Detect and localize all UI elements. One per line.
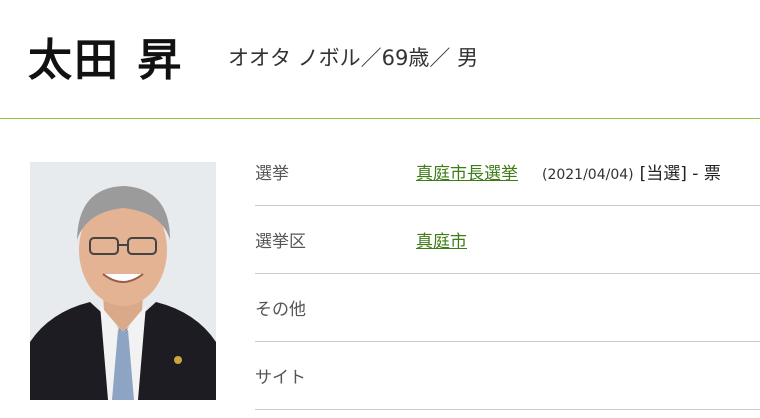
- candidate-kana-age-gender: オオタ ノボル／69歳／ 男: [228, 46, 479, 70]
- election-link[interactable]: 真庭市長選挙: [416, 164, 518, 184]
- profile-header: 太田 昇 オオタ ノボル／69歳／ 男: [0, 0, 760, 119]
- label-other: その他: [255, 300, 306, 320]
- label-site: サイト: [255, 368, 306, 388]
- table-row-election: 選挙 真庭市長選挙 (2021/04/04) [当選] - 票: [255, 138, 760, 206]
- table-row-site: サイト: [255, 342, 760, 410]
- table-row-other: その他: [255, 274, 760, 342]
- candidate-photo: [30, 162, 216, 400]
- election-result: [当選] - 票: [639, 164, 721, 184]
- label-election: 選挙: [255, 164, 289, 184]
- district-link[interactable]: 真庭市: [416, 232, 467, 252]
- value-election: 真庭市長選挙 (2021/04/04) [当選] - 票: [416, 159, 721, 184]
- election-date: (2021/04/04): [542, 167, 634, 183]
- value-district: 真庭市: [416, 227, 467, 252]
- candidate-name: 太田 昇: [28, 35, 184, 86]
- table-row-district: 選挙区 真庭市: [255, 206, 760, 274]
- candidate-info-table: 選挙 真庭市長選挙 (2021/04/04) [当選] - 票 選挙区 真庭市 その…: [255, 138, 760, 410]
- label-district: 選挙区: [255, 232, 306, 252]
